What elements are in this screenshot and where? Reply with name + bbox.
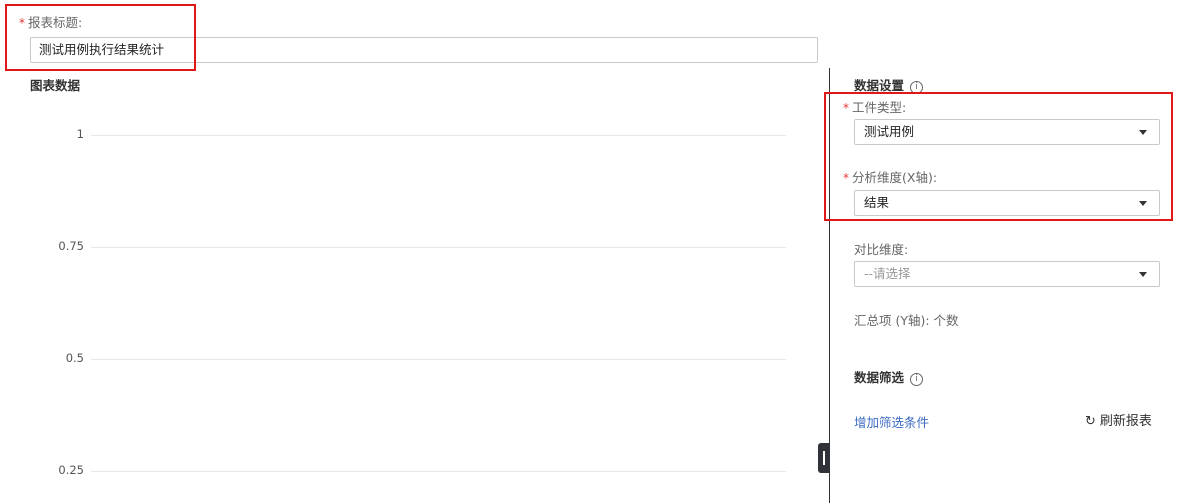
refresh-report-label: 刷新报表	[1099, 414, 1152, 429]
analysis-dimension-select[interactable]: 结果	[854, 190, 1160, 216]
required-mark: *	[843, 101, 849, 115]
refresh-report-button[interactable]: ↻ 刷新报表	[1085, 410, 1152, 429]
y-tick-label: 0.25	[58, 463, 84, 477]
y-grid-line	[91, 247, 786, 248]
required-mark: *	[843, 171, 849, 185]
work-item-type-select[interactable]: 测试用例	[854, 119, 1160, 145]
report-title-input[interactable]: 测试用例执行结果统计	[30, 37, 818, 63]
y-tick-label: 0.75	[58, 239, 84, 253]
info-icon[interactable]: i	[910, 81, 924, 94]
y-tick-label: 1	[76, 127, 84, 141]
y-grid-line	[91, 135, 786, 136]
chevron-down-icon	[1139, 201, 1147, 206]
analysis-dimension-label: * 分析维度(X轴):	[843, 167, 937, 186]
work-item-type-value: 测试用例	[864, 124, 915, 139]
data-settings-title-text: 数据设置	[854, 78, 905, 93]
analysis-dimension-label-text: 分析维度(X轴):	[852, 170, 938, 185]
work-item-type-label-text: 工件类型:	[852, 100, 907, 115]
add-filter-link[interactable]: 增加筛选条件	[854, 412, 929, 431]
chevron-down-icon	[1139, 272, 1147, 277]
analysis-dimension-value: 结果	[864, 195, 890, 210]
y-grid-line	[91, 359, 786, 360]
refresh-icon: ↻	[1085, 414, 1096, 429]
chevron-down-icon	[1139, 130, 1147, 135]
summary-item-text: 汇总项 (Y轴): 个数	[854, 313, 959, 328]
info-icon[interactable]: i	[910, 373, 924, 386]
compare-dimension-select[interactable]: --请选择	[854, 261, 1160, 287]
work-item-type-label: * 工件类型:	[843, 97, 906, 116]
y-tick-label: 0.5	[65, 351, 84, 365]
report-title-label: * 报表标题:	[19, 12, 82, 31]
panel-divider	[829, 68, 830, 503]
compare-dimension-label: 对比维度:	[854, 242, 909, 257]
data-settings-title: 数据设置 i	[854, 75, 924, 94]
data-filter-title-text: 数据筛选	[854, 370, 905, 385]
data-filter-title: 数据筛选 i	[854, 367, 924, 386]
y-grid-line	[91, 471, 786, 472]
chart-section-title: 图表数据	[30, 78, 81, 93]
collapse-panel-handle[interactable]	[818, 443, 830, 473]
required-mark: *	[19, 16, 25, 30]
compare-dimension-placeholder: --请选择	[864, 266, 911, 281]
report-title-label-text: 报表标题:	[28, 15, 83, 30]
